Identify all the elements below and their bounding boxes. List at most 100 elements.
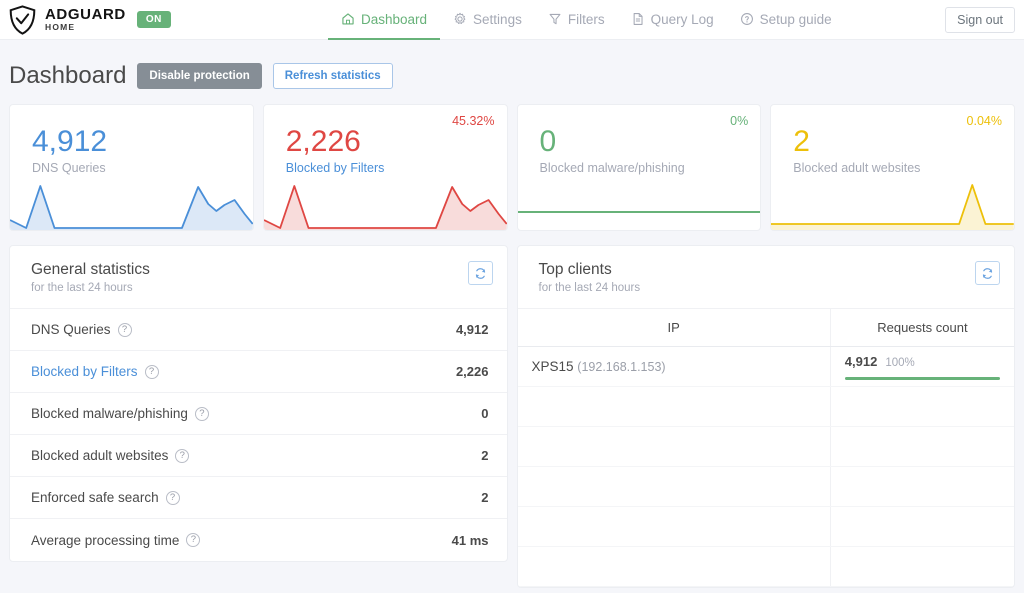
table-header-row: IP Requests count	[517, 309, 1014, 347]
question-circle-icon	[740, 13, 753, 25]
stat-value: 2	[481, 490, 489, 505]
protection-status-badge: ON	[136, 11, 171, 28]
nav-item-query-log[interactable]: Query Log	[618, 0, 727, 40]
stat-row: Blocked by Filters ? 2,226	[10, 351, 507, 393]
general-statistics-header: General statistics for the last 24 hours	[10, 246, 507, 309]
empty-cell	[830, 506, 1014, 547]
general-statistics-panel: General statistics for the last 24 hours…	[9, 245, 508, 562]
help-icon[interactable]: ?	[186, 533, 201, 547]
stat-value: 2,226	[455, 364, 489, 379]
stat-label-link[interactable]: Blocked by Filters	[31, 364, 138, 379]
refresh-icon	[982, 267, 993, 279]
card-percent: 0.04%	[966, 114, 1002, 128]
client-hostname: XPS15	[531, 359, 574, 374]
client-ip-address: (192.168.1.153)	[577, 360, 666, 374]
nav-item-setup-guide[interactable]: Setup guide	[727, 0, 845, 40]
nav-label-filters: Filters	[567, 11, 605, 27]
top-navigation-bar: ADGUARD HOME ON Dashboard Settings Filte…	[0, 0, 1024, 40]
document-icon	[633, 13, 643, 25]
nav-label-dashboard: Dashboard	[361, 11, 428, 27]
card-value: 4,912	[32, 125, 108, 158]
help-icon[interactable]: ?	[144, 364, 159, 379]
main-nav: Dashboard Settings Filters Query Log Set…	[328, 0, 845, 40]
stat-value: 0	[481, 406, 489, 421]
empty-cell	[517, 466, 831, 507]
stat-row: Average processing time ? 41 ms	[10, 519, 507, 561]
stat-label: DNS Queries	[31, 322, 111, 337]
empty-cell	[830, 386, 1014, 427]
general-statistics-refresh-button[interactable]	[467, 261, 493, 285]
gear-icon	[454, 12, 466, 24]
empty-cell	[517, 546, 831, 587]
top-clients-header: Top clients for the last 24 hours	[517, 246, 1014, 309]
refresh-statistics-button[interactable]: Refresh statistics	[272, 63, 393, 89]
disable-protection-button[interactable]: Disable protection	[137, 63, 262, 89]
top-clients-subtitle: for the last 24 hours	[538, 282, 641, 294]
client-ip-cell: XPS15 (192.168.1.153)	[517, 346, 831, 387]
brand-subtitle: HOME	[45, 22, 76, 33]
page-title: Dashboard	[9, 62, 127, 89]
brand-logo: ADGUARD HOME	[0, 4, 126, 35]
table-row	[517, 466, 1014, 507]
home-icon	[342, 13, 354, 25]
column-header-ip[interactable]: IP	[517, 309, 831, 347]
table-row	[517, 546, 1014, 587]
nav-label-setup-guide: Setup guide	[759, 11, 832, 27]
page-header: Dashboard Disable protection Refresh sta…	[0, 40, 1024, 90]
empty-cell	[830, 466, 1014, 507]
card-value: 2	[793, 125, 810, 158]
help-icon[interactable]: ?	[165, 490, 180, 505]
top-clients-title: Top clients	[538, 261, 612, 278]
empty-cell	[830, 546, 1014, 587]
sparkline-dns-queries	[10, 174, 253, 230]
general-statistics-title: General statistics	[31, 261, 150, 278]
stat-card-dns-queries[interactable]: 4,912 DNS Queries	[9, 104, 254, 231]
help-icon[interactable]: ?	[175, 448, 190, 463]
stat-cards-row: 4,912 DNS Queries 45.32% 2,226 Blocked b…	[0, 90, 1024, 231]
top-clients-table: IP Requests count XPS15 (192.168.1.153) …	[517, 309, 1014, 587]
top-clients-refresh-button[interactable]	[975, 261, 1000, 285]
stat-label: Average processing time	[31, 532, 180, 548]
column-header-requests-count[interactable]: Requests count	[830, 309, 1014, 347]
empty-cell	[830, 426, 1014, 467]
nav-label-query-log: Query Log	[650, 11, 714, 27]
empty-cell	[517, 506, 831, 547]
stat-card-blocked-malware[interactable]: 0% 0 Blocked malware/phishing	[516, 104, 762, 231]
nav-item-dashboard[interactable]: Dashboard	[328, 0, 441, 40]
table-row[interactable]: XPS15 (192.168.1.153) 4,912 100%	[517, 346, 1014, 387]
help-icon[interactable]: ?	[194, 406, 209, 421]
table-row	[517, 426, 1014, 467]
sparkline-blocked-adult	[771, 174, 1014, 230]
stat-label: Enforced safe search	[31, 490, 159, 505]
empty-cell	[517, 386, 831, 427]
stat-row: Blocked malware/phishing ? 0	[10, 393, 507, 435]
sign-out-button[interactable]: Sign out	[945, 7, 1015, 33]
stat-row: DNS Queries ? 4,912	[10, 309, 507, 351]
stat-label: Blocked adult websites	[31, 448, 169, 463]
requests-progress-bar	[844, 376, 1000, 380]
sparkline-blocked-malware	[517, 174, 761, 230]
shield-check-icon	[9, 4, 36, 35]
stat-card-blocked-adult[interactable]: 0.04% 2 Blocked adult websites	[770, 104, 1015, 231]
card-percent: 45.32%	[452, 114, 495, 128]
requests-count-value: 4,912	[844, 353, 878, 369]
card-value: 0	[539, 125, 557, 158]
panels-row: General statistics for the last 24 hours…	[0, 231, 1024, 588]
table-row	[517, 506, 1014, 547]
card-percent: 0%	[730, 114, 749, 128]
stat-card-blocked-by-filters[interactable]: 45.32% 2,226 Blocked by Filters	[262, 104, 508, 231]
empty-cell	[517, 426, 831, 467]
table-row	[517, 386, 1014, 427]
requests-count-percent: 100%	[885, 356, 915, 369]
stat-label: Blocked malware/phishing	[31, 406, 188, 421]
nav-label-settings: Settings	[473, 11, 522, 27]
stat-value: 4,912	[455, 322, 489, 337]
nav-item-filters[interactable]: Filters	[535, 0, 618, 40]
requests-count-cell: 4,912 100%	[830, 346, 1014, 387]
general-statistics-subtitle: for the last 24 hours	[31, 282, 133, 294]
sparkline-blocked-by-filters	[263, 174, 507, 230]
stat-row: Blocked adult websites ? 2	[10, 435, 507, 477]
help-icon[interactable]: ?	[117, 322, 132, 337]
stat-row: Enforced safe search ? 2	[10, 477, 507, 519]
nav-item-settings[interactable]: Settings	[440, 0, 535, 40]
